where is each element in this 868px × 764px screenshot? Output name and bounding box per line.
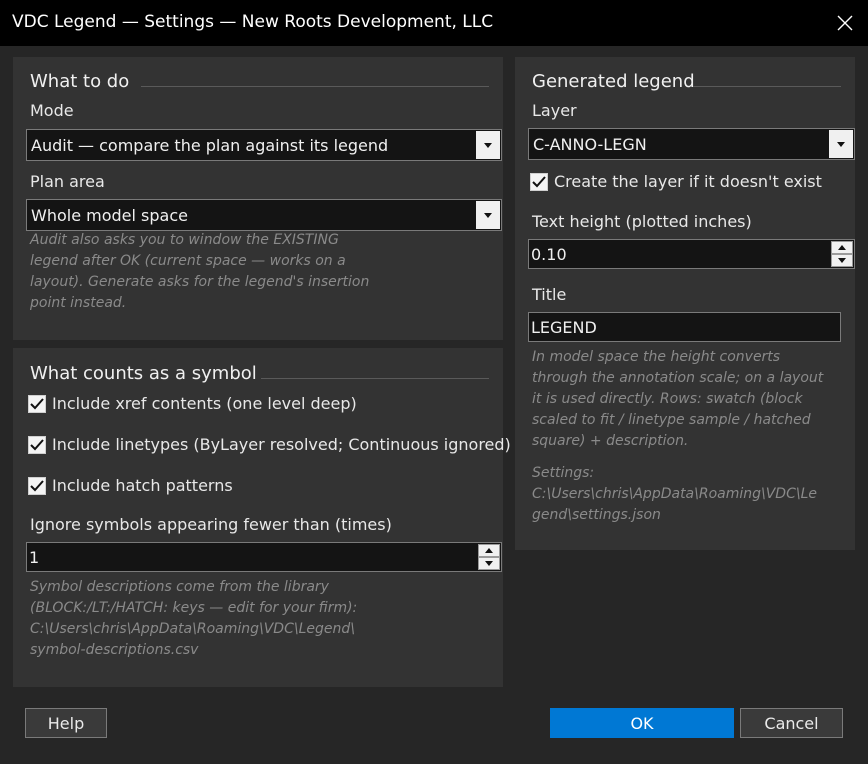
text-height-label: Text height (plotted inches) [532, 212, 752, 231]
include-xref-checkbox[interactable]: Include xref contents (one level deep) [28, 394, 357, 413]
mode-hint: Audit also asks you to window the EXISTI… [30, 232, 370, 311]
caret-up-icon [838, 245, 846, 250]
caret-up-icon [485, 548, 493, 553]
spin-down-button[interactable] [831, 254, 853, 267]
group-divider [261, 378, 489, 379]
title-label: Title [532, 285, 567, 304]
layer-label: Layer [532, 101, 577, 120]
group-title-symbols: What counts as a symbol [30, 363, 257, 384]
height-hint: In model space the height converts throu… [532, 349, 824, 449]
dropdown-arrow[interactable] [829, 130, 853, 158]
create-layer-label: Create the layer if it doesn't exist [554, 172, 822, 191]
mode-select[interactable]: Audit — compare the plan against its leg… [26, 129, 502, 161]
dropdown-arrow[interactable] [476, 131, 500, 159]
include-hatch-checkbox[interactable]: Include hatch patterns [28, 476, 233, 495]
caret-down-icon [838, 258, 846, 263]
checkmark-icon [30, 438, 44, 450]
ignore-threshold-stepper[interactable]: 1 [26, 542, 502, 572]
group-symbols: What counts as a symbol Include xref con… [13, 348, 511, 687]
layer-select[interactable]: C-ANNO-LEGN [528, 128, 855, 160]
plan-area-value: Whole model space [31, 206, 188, 225]
text-height-value: 0.10 [531, 245, 567, 264]
spin-up-button[interactable] [478, 544, 500, 557]
checkbox-box[interactable] [530, 172, 548, 191]
include-xref-label: Include xref contents (one level deep) [52, 394, 357, 413]
create-layer-checkbox[interactable]: Create the layer if it doesn't exist [530, 172, 822, 191]
checkbox-box[interactable] [28, 394, 46, 413]
settings-path-hint: Settings: C:\Users\chris\AppData\Roaming… [532, 465, 817, 523]
group-title-what-to-do: What to do [30, 71, 130, 92]
plan-area-select[interactable]: Whole model space [26, 199, 502, 231]
group-what-to-do: What to do Mode Audit — compare the plan… [13, 57, 503, 340]
window-title: VDC Legend — Settings — New Roots Develo… [12, 12, 494, 32]
title-value: LEGEND [531, 318, 597, 337]
cancel-button[interactable]: Cancel [740, 708, 843, 738]
close-icon [837, 15, 853, 31]
ignore-threshold-value: 1 [29, 548, 40, 567]
spin-up-button[interactable] [831, 241, 853, 254]
checkmark-icon [532, 175, 546, 187]
chevron-down-icon [484, 212, 492, 218]
layer-value: C-ANNO-LEGN [533, 135, 647, 154]
symbols-hint: Symbol descriptions come from the librar… [30, 579, 358, 658]
help-button[interactable]: Help [25, 708, 107, 738]
text-height-stepper[interactable]: 0.10 [528, 239, 855, 269]
caret-down-icon [485, 561, 493, 566]
ignore-threshold-label: Ignore symbols appearing fewer than (tim… [30, 515, 392, 534]
spin-down-button[interactable] [478, 557, 500, 570]
checkmark-icon [30, 479, 44, 491]
group-divider [693, 86, 841, 87]
group-divider [141, 86, 489, 87]
dropdown-arrow[interactable] [476, 201, 500, 229]
mode-value: Audit — compare the plan against its leg… [31, 136, 389, 155]
group-title-generated: Generated legend [532, 71, 695, 92]
plan-area-label: Plan area [30, 172, 105, 191]
include-hatch-label: Include hatch patterns [52, 476, 233, 495]
include-linetypes-label: Include linetypes (ByLayer resolved; Con… [52, 435, 511, 454]
spin-buttons [478, 544, 500, 570]
title-input[interactable]: LEGEND [528, 312, 841, 342]
include-linetypes-checkbox[interactable]: Include linetypes (ByLayer resolved; Con… [28, 435, 511, 454]
chevron-down-icon [484, 142, 492, 148]
checkbox-box[interactable] [28, 435, 46, 454]
ok-button[interactable]: OK [550, 708, 734, 738]
chevron-down-icon [837, 141, 845, 147]
group-generated-legend: Generated legend Layer C-ANNO-LEGN Creat… [515, 57, 855, 550]
mode-label: Mode [30, 101, 74, 120]
close-button[interactable] [822, 0, 868, 46]
checkmark-icon [30, 397, 44, 409]
spin-buttons [831, 241, 853, 267]
title-bar: VDC Legend — Settings — New Roots Develo… [0, 0, 868, 46]
checkbox-box[interactable] [28, 476, 46, 495]
dialog-body: What to do Mode Audit — compare the plan… [0, 46, 868, 764]
